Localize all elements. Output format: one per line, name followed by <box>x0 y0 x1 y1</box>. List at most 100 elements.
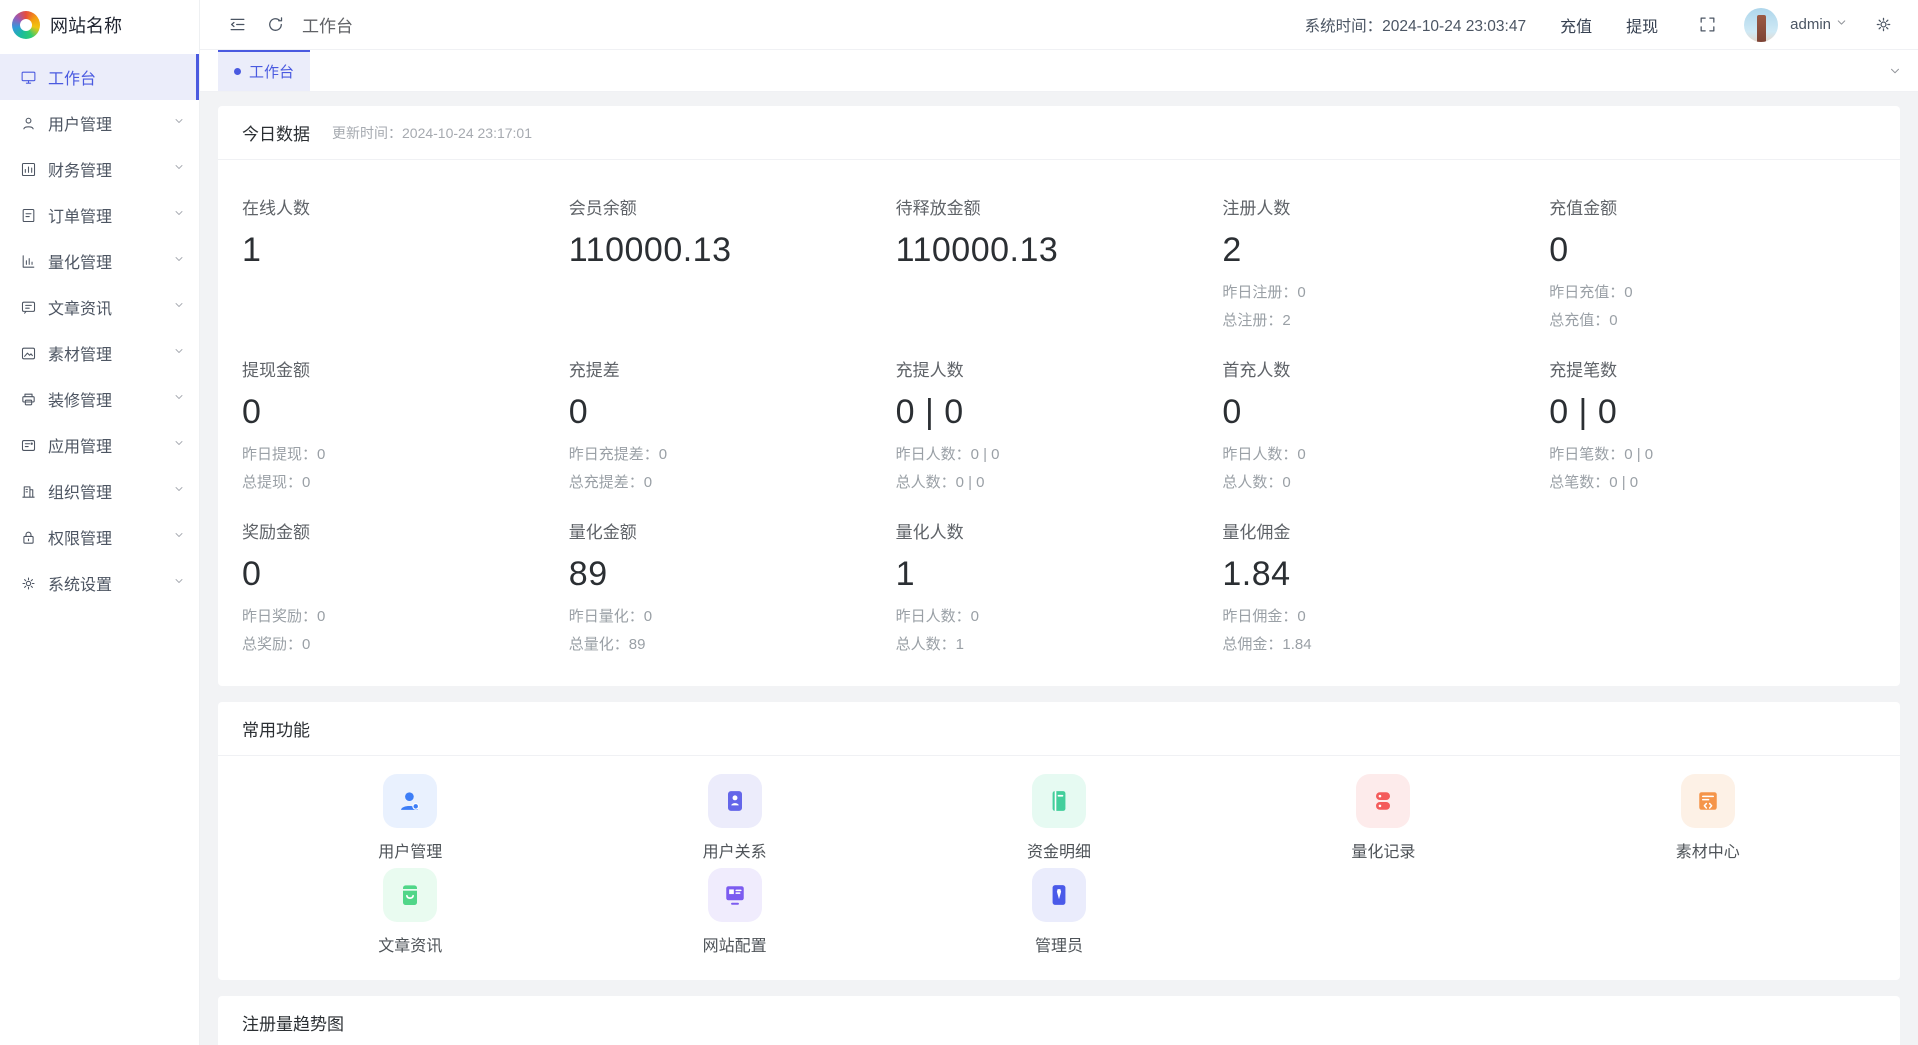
site-logo-icon <box>12 11 40 39</box>
stat-sub: 总提现：0 <box>242 471 569 492</box>
decorate-icon <box>20 391 37 408</box>
stat-label: 提现金额 <box>242 356 569 381</box>
withdraw-link[interactable]: 提现 <box>1626 13 1658 37</box>
stat-label: 在线人数 <box>242 194 569 219</box>
stat-label: 量化人数 <box>896 518 1223 543</box>
quick-item-admin[interactable]: 管理员 <box>897 868 1221 956</box>
chevron-down-icon <box>173 574 185 592</box>
quant-record-icon <box>1356 774 1410 828</box>
stat-label: 充提笔数 <box>1549 356 1876 381</box>
sidebar-item-label: 装修管理 <box>48 387 173 411</box>
sidebar-item-article-news[interactable]: 文章资讯 <box>0 284 199 330</box>
quick-item-label: 网站配置 <box>703 932 767 956</box>
stat-sub: 总人数：1 <box>896 633 1223 654</box>
header-main: 工作台 系统时间：2024-10-24 23:03:47 充值 提现 admin <box>200 0 1918 50</box>
stat-value: 1.84 <box>1222 555 1549 594</box>
quick-item-label: 量化记录 <box>1351 838 1415 862</box>
sidebar-item-organization-management[interactable]: 组织管理 <box>0 468 199 514</box>
stat-first-recharge-users: 首充人数 0 昨日人数：0 总人数：0 <box>1222 356 1549 492</box>
sidebar-item-material-management[interactable]: 素材管理 <box>0 330 199 376</box>
stat-sub: 总量化：89 <box>569 633 896 654</box>
stat-value: 110000.13 <box>896 231 1223 270</box>
quick-item-article-news[interactable]: 文章资讯 <box>248 868 572 956</box>
sidebar-item-app-management[interactable]: 应用管理 <box>0 422 199 468</box>
quick-functions-title: 常用功能 <box>242 716 310 741</box>
sidebar-item-quant-management[interactable]: 量化管理 <box>0 238 199 284</box>
breadcrumb: 工作台 <box>302 12 353 37</box>
stat-sub: 昨日人数：0 <box>896 605 1223 626</box>
chevron-down-icon <box>173 528 185 546</box>
sidebar-item-label: 组织管理 <box>48 479 173 503</box>
sidebar-item-order-management[interactable]: 订单管理 <box>0 192 199 238</box>
tab-workbench[interactable]: 工作台 <box>218 50 310 91</box>
stat-sub: 昨日提现：0 <box>242 443 569 464</box>
quick-item-site-config[interactable]: 网站配置 <box>572 868 896 956</box>
username: admin <box>1790 16 1831 33</box>
sidebar-item-permission-management[interactable]: 权限管理 <box>0 514 199 560</box>
quick-item-funds-detail[interactable]: 资金明细 <box>897 774 1221 862</box>
today-data-title: 今日数据 <box>242 120 310 145</box>
quick-item-user-management[interactable]: 用户管理 <box>248 774 572 862</box>
stat-member-balance: 会员余额 110000.13 <box>569 194 896 330</box>
sidebar-item-finance-management[interactable]: 财务管理 <box>0 146 199 192</box>
sidebar-item-workbench[interactable]: 工作台 <box>0 54 199 100</box>
user-menu[interactable]: admin <box>1722 8 1848 42</box>
sidebar-item-system-settings[interactable]: 系统设置 <box>0 560 199 606</box>
sidebar-item-label: 财务管理 <box>48 157 173 181</box>
sidebar-item-decorate-management[interactable]: 装修管理 <box>0 376 199 422</box>
quick-item-label: 文章资讯 <box>378 932 442 956</box>
stat-sub: 总充提差：0 <box>569 471 896 492</box>
stat-value: 89 <box>569 555 896 594</box>
finance-chart-icon <box>20 161 37 178</box>
stat-recharge-withdraw-count: 充提笔数 0 | 0 昨日笔数：0 | 0 总笔数：0 | 0 <box>1549 356 1876 492</box>
trend-title: 注册量趋势图 <box>242 1010 344 1035</box>
stat-label: 充提差 <box>569 356 896 381</box>
stat-value: 0 <box>242 393 569 432</box>
user-icon <box>20 115 37 132</box>
stat-sub: 总人数：0 <box>1222 471 1549 492</box>
active-tab-dot-icon <box>234 68 241 75</box>
gear-icon <box>20 575 37 592</box>
settings-gear-icon[interactable] <box>1868 10 1898 40</box>
tab-actions-chevron-icon[interactable] <box>1872 50 1918 91</box>
stat-value: 110000.13 <box>569 231 896 270</box>
stat-sub: 昨日人数：0 <box>1222 443 1549 464</box>
sidebar-item-label: 素材管理 <box>48 341 173 365</box>
avatar[interactable] <box>1744 8 1778 42</box>
recharge-link[interactable]: 充值 <box>1560 13 1592 37</box>
sidebar-item-label: 订单管理 <box>48 203 173 227</box>
quick-item-label: 用户关系 <box>703 838 767 862</box>
chevron-down-icon <box>173 390 185 408</box>
page-body: 今日数据 更新时间：2024-10-24 23:17:01 在线人数 1 会员余… <box>200 92 1918 1045</box>
stat-value: 0 | 0 <box>1549 393 1876 432</box>
stat-sub: 总注册：2 <box>1222 309 1549 330</box>
stat-sub: 昨日注册：0 <box>1222 281 1549 302</box>
app-header: 网站名称 工作台 系统时间：2024-10-24 23:03:47 充值 提现 … <box>0 0 1918 50</box>
quick-item-user-relation[interactable]: 用户关系 <box>572 774 896 862</box>
stat-registered-users: 注册人数 2 昨日注册：0 总注册：2 <box>1222 194 1549 330</box>
sidebar-item-label: 系统设置 <box>48 571 173 595</box>
chevron-down-icon <box>173 252 185 270</box>
sidebar-item-user-management[interactable]: 用户管理 <box>0 100 199 146</box>
article-news-icon <box>383 868 437 922</box>
stat-sub: 总充值：0 <box>1549 309 1876 330</box>
refresh-icon[interactable] <box>260 10 290 40</box>
fullscreen-icon[interactable] <box>1692 10 1722 40</box>
stat-recharge-withdraw-users: 充提人数 0 | 0 昨日人数：0 | 0 总人数：0 | 0 <box>896 356 1223 492</box>
collapse-menu-icon[interactable] <box>222 10 252 40</box>
quick-grid: 用户管理 用户关系 资金明细 <box>218 756 1900 980</box>
chevron-down-icon <box>173 206 185 224</box>
user-relation-icon <box>708 774 762 828</box>
chevron-down-icon <box>173 160 185 178</box>
sidebar: 工作台 用户管理 财务管理 订单管理 量化管理 文章资讯 <box>0 50 200 1045</box>
site-name: 网站名称 <box>50 12 122 38</box>
stat-label: 充提人数 <box>896 356 1223 381</box>
quick-item-material-center[interactable]: 素材中心 <box>1546 774 1870 862</box>
stat-recharge-amount: 充值金额 0 昨日充值：0 总充值：0 <box>1549 194 1876 330</box>
stat-value: 0 <box>242 555 569 594</box>
quick-item-quant-record[interactable]: 量化记录 <box>1221 774 1545 862</box>
stat-value: 0 <box>1222 393 1549 432</box>
stat-value: 1 <box>896 555 1223 594</box>
stat-value: 0 | 0 <box>896 393 1223 432</box>
stat-label: 会员余额 <box>569 194 896 219</box>
